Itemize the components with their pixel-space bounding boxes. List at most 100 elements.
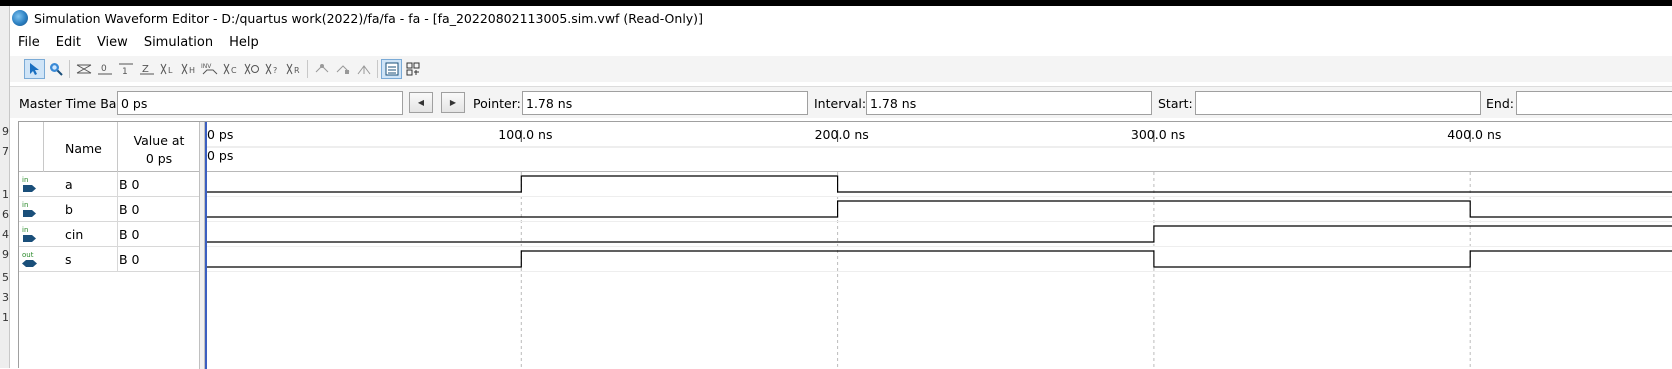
random-value-icon[interactable]: R xyxy=(283,59,304,79)
svg-text:L: L xyxy=(168,66,173,75)
signal-name: a xyxy=(65,177,73,192)
menu-help[interactable]: Help xyxy=(221,35,267,50)
previous-transition-button[interactable]: ◀ xyxy=(409,92,433,113)
start-field[interactable] xyxy=(1195,91,1481,115)
signal-name: cin xyxy=(65,227,84,242)
signal-row[interactable]: out s B 0 xyxy=(19,247,199,272)
column-divider xyxy=(117,197,118,222)
interval-label: Interval: xyxy=(814,96,867,111)
signal-value: B 0 xyxy=(119,252,140,267)
svg-text:H: H xyxy=(189,66,195,75)
master-time-bar-field[interactable]: 0 ps xyxy=(117,91,403,115)
forcing-unknown-icon[interactable] xyxy=(73,59,94,79)
strip-digit: 4 xyxy=(2,228,9,241)
forcing-low-icon[interactable]: 0 xyxy=(94,59,115,79)
invert-icon[interactable]: INV xyxy=(199,59,220,79)
ruler-tick-label: 200.0 ns xyxy=(815,127,869,142)
signal-name: s xyxy=(65,252,72,267)
signal-row[interactable]: in a B 0 xyxy=(19,172,199,197)
clock-icon[interactable] xyxy=(241,59,262,79)
zoom-tool-icon[interactable] xyxy=(45,59,66,79)
waveform-a xyxy=(205,175,1672,193)
end-field[interactable] xyxy=(1516,91,1672,115)
column-divider xyxy=(117,172,118,197)
signal-value: B 0 xyxy=(119,202,140,217)
svg-text:Z: Z xyxy=(142,64,149,75)
svg-text:C: C xyxy=(231,66,237,75)
column-divider xyxy=(117,222,118,247)
master-time-bar-label: Master Time Bar: xyxy=(19,96,126,111)
strip-digit: 3 xyxy=(2,291,9,304)
waveform-s xyxy=(205,250,1672,268)
value-column-header-time: 0 ps xyxy=(145,151,173,166)
name-column-header[interactable]: Name xyxy=(65,141,102,156)
menu-bar: File Edit View Simulation Help xyxy=(10,30,1672,54)
strip-digit: 9 xyxy=(2,125,9,138)
strip-digit: 6 xyxy=(2,208,9,221)
port-direction-text: out xyxy=(22,251,34,259)
svg-text:0: 0 xyxy=(101,64,107,74)
menu-file[interactable]: File xyxy=(10,35,48,50)
title-bar: Simulation Waveform Editor - D:/quartus … xyxy=(10,6,1672,30)
column-divider xyxy=(117,247,118,272)
pointer-label: Pointer: xyxy=(473,96,521,111)
input-port-icon: in xyxy=(22,226,36,242)
strip-digit: 7 xyxy=(2,145,9,158)
left-window-strip: 9 7 1 6 4 9 5 3 1 xyxy=(0,6,10,368)
input-port-icon: in xyxy=(22,201,36,217)
toolbar: 0 1 Z L H INV C ? R xyxy=(10,56,1672,82)
header-divider xyxy=(117,122,118,172)
selection-tool-icon[interactable] xyxy=(24,59,45,79)
waveform-b xyxy=(205,200,1672,218)
toolbar-separator xyxy=(69,60,70,78)
menu-simulation[interactable]: Simulation xyxy=(136,35,221,50)
time-bar: Master Time Bar: 0 ps ◀ ▶ Pointer: 1.78 … xyxy=(10,86,1672,118)
strip-digit: 9 xyxy=(2,248,9,261)
signal-name: b xyxy=(65,202,73,217)
input-port-icon: in xyxy=(22,176,36,192)
waveform-canvas[interactable]: 0 ps 100.0 ns 200.0 ns 300.0 ns 400.0 ns 0 ps xyxy=(205,122,1672,369)
forcing-high-icon[interactable]: 1 xyxy=(115,59,136,79)
menu-view[interactable]: View xyxy=(89,35,136,50)
high-impedance-icon[interactable]: Z xyxy=(136,59,157,79)
pointer-field[interactable]: 1.78 ns xyxy=(522,91,808,115)
signal-row[interactable]: in cin B 0 xyxy=(19,222,199,247)
app-icon xyxy=(12,10,28,26)
signal-value: B 0 xyxy=(119,227,140,242)
svg-text:INV: INV xyxy=(201,63,212,70)
weak-low-icon[interactable]: L xyxy=(157,59,178,79)
port-direction-text: in xyxy=(22,201,28,209)
value-column-header[interactable]: Value at xyxy=(119,133,199,148)
signal-row[interactable]: in b B 0 xyxy=(19,197,199,222)
waveform-cin xyxy=(205,225,1672,243)
align-icon[interactable] xyxy=(353,59,374,79)
toolbar-separator xyxy=(307,60,308,78)
snap-to-grid-icon[interactable] xyxy=(311,59,332,79)
weak-high-icon[interactable]: H xyxy=(178,59,199,79)
signal-list: Name Value at 0 ps in a B 0 in b B 0 in xyxy=(19,122,199,369)
toolbar-separator xyxy=(377,60,378,78)
header-divider xyxy=(43,122,44,172)
end-label: End: xyxy=(1486,96,1514,111)
interval-field[interactable]: 1.78 ns xyxy=(866,91,1152,115)
port-direction-text: in xyxy=(22,226,28,234)
menu-edit[interactable]: Edit xyxy=(48,35,89,50)
signal-value: B 0 xyxy=(119,177,140,192)
start-label: Start: xyxy=(1158,96,1193,111)
cursor-time-label: 0 ps xyxy=(207,148,233,163)
strip-digit: 1 xyxy=(2,188,9,201)
next-transition-button[interactable]: ▶ xyxy=(441,92,465,113)
split-view-icon[interactable] xyxy=(402,59,423,79)
grid-options-icon[interactable] xyxy=(332,59,353,79)
count-value-icon[interactable]: C xyxy=(220,59,241,79)
output-port-icon: out xyxy=(22,251,37,267)
svg-text:R: R xyxy=(294,66,300,75)
signal-list-header: Name Value at 0 ps xyxy=(19,122,199,172)
arbitrary-value-icon[interactable]: ? xyxy=(262,59,283,79)
ruler-tick-label: 100.0 ns xyxy=(498,127,552,142)
ruler-tick-label: 400.0 ns xyxy=(1447,127,1501,142)
svg-text:1: 1 xyxy=(122,67,128,76)
waveform-area[interactable]: 0 ps 100.0 ns 200.0 ns 300.0 ns 400.0 ns 0 ps xyxy=(205,122,1672,369)
window-title: Simulation Waveform Editor - D:/quartus … xyxy=(34,10,703,26)
waveform-view-icon[interactable] xyxy=(381,59,402,79)
